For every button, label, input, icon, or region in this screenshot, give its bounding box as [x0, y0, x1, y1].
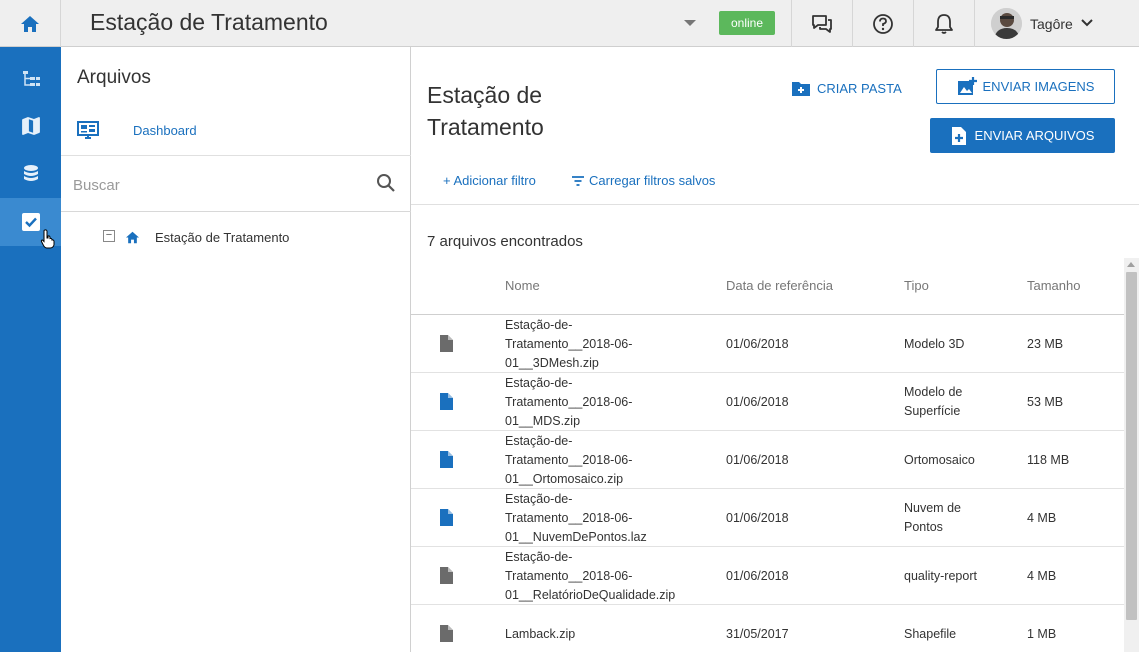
create-folder-button[interactable]: CRIAR PASTA	[791, 76, 902, 100]
file-name[interactable]: Estação-de-Tratamento__2018-06-01__Relat…	[505, 547, 675, 605]
file-date: 01/06/2018	[726, 452, 789, 467]
file-size: 1 MB	[1027, 626, 1057, 641]
file-type: Shapefile	[904, 626, 957, 641]
search-box	[61, 156, 411, 212]
file-type: Ortomosaico	[904, 452, 975, 467]
dashboard-link[interactable]: Dashboard	[133, 123, 197, 138]
column-header-type[interactable]: Tipo	[904, 278, 929, 293]
file-name[interactable]: Lamback.zip	[505, 605, 665, 652]
rail-item-tree[interactable]	[0, 55, 61, 103]
table-row[interactable]: Estação-de-Tratamento__2018-06-01__MDS.z…	[411, 373, 1124, 431]
file-icon	[440, 393, 453, 410]
user-menu[interactable]: Tagôre	[974, 0, 1139, 47]
file-plus-icon	[951, 126, 966, 145]
page-title: Estação de Tratamento	[427, 82, 544, 140]
divider	[411, 204, 1139, 205]
chat-button[interactable]	[791, 0, 852, 47]
vertical-scrollbar[interactable]	[1124, 258, 1139, 652]
file-size: 53 MB	[1027, 394, 1064, 409]
send-images-button[interactable]: ENVIAR IMAGENS	[936, 69, 1115, 104]
file-type: Modelo de Superfície	[904, 385, 963, 418]
home-icon	[126, 231, 139, 244]
database-icon	[23, 165, 38, 181]
tree-collapse-toggle[interactable]: −	[103, 230, 115, 242]
tree-icon	[22, 71, 40, 86]
file-date: 01/06/2018	[726, 568, 789, 583]
scrollbar-thumb[interactable]	[1126, 272, 1137, 620]
rail-item-database[interactable]	[0, 150, 61, 198]
file-icon	[440, 451, 453, 468]
notifications-button[interactable]	[913, 0, 974, 47]
monitor-dashboard-icon[interactable]	[77, 121, 99, 141]
table-row[interactable]: Estação-de-Tratamento__2018-06-01__Relat…	[411, 547, 1124, 605]
table-row[interactable]: Estação-de-Tratamento__2018-06-01__Ortom…	[411, 431, 1124, 489]
file-name[interactable]: Estação-de-Tratamento__2018-06-01__Nuvem…	[505, 489, 665, 547]
file-icon	[440, 335, 453, 352]
file-name[interactable]: Estação-de-Tratamento__2018-06-01__3DMes…	[505, 315, 665, 373]
file-name[interactable]: Estação-de-Tratamento__2018-06-01__Ortom…	[505, 431, 665, 489]
results-count: 7 arquivos encontrados	[427, 233, 583, 250]
file-date: 31/05/2017	[726, 626, 789, 641]
left-nav-rail	[0, 47, 61, 652]
app-title[interactable]: Estação de Tratamento	[90, 9, 328, 36]
file-size: 23 MB	[1027, 336, 1064, 351]
top-bar: Estação de Tratamento online Tagôre	[0, 0, 1139, 47]
user-name: Tagôre	[1030, 16, 1073, 32]
table-row[interactable]: Estação-de-Tratamento__2018-06-01__3DMes…	[411, 315, 1124, 373]
file-size: 4 MB	[1027, 568, 1057, 583]
send-files-button[interactable]: ENVIAR ARQUIVOS	[930, 118, 1115, 153]
title-dropdown-caret-icon[interactable]	[684, 20, 696, 26]
search-icon[interactable]	[376, 173, 396, 193]
home-icon	[21, 15, 39, 32]
main-content: Estação de Tratamento CRIAR PASTA ENVIAR…	[411, 47, 1139, 652]
file-type: quality-report	[904, 568, 977, 583]
files-panel: Arquivos Dashboard − Estação de Tratamen…	[61, 47, 411, 652]
help-button[interactable]	[852, 0, 913, 47]
chevron-down-icon	[1081, 19, 1093, 27]
image-plus-icon	[957, 76, 977, 95]
add-filter-link[interactable]: + Adicionar filtro	[443, 173, 536, 188]
file-date: 01/06/2018	[726, 510, 789, 525]
file-type: Modelo 3D	[904, 336, 965, 351]
file-icon	[440, 567, 453, 584]
load-saved-filters-link[interactable]: Carregar filtros salvos	[571, 173, 715, 188]
table-row[interactable]: Lamback.zip 31/05/2017 Shapefile 1 MB	[411, 605, 1124, 652]
column-header-date[interactable]: Data de referência	[726, 278, 833, 293]
scroll-up-arrow-icon[interactable]	[1127, 262, 1135, 267]
help-icon	[873, 13, 893, 34]
rail-item-map[interactable]	[0, 102, 61, 150]
map-icon	[21, 117, 40, 135]
file-type: Nuvem de Pontos	[904, 501, 961, 534]
check-square-icon	[21, 213, 40, 231]
file-icon	[440, 625, 453, 642]
bell-icon	[935, 13, 953, 34]
tree-item-label[interactable]: Estação de Tratamento	[155, 230, 289, 245]
file-icon	[440, 509, 453, 526]
file-size: 4 MB	[1027, 510, 1057, 525]
send-images-label: ENVIAR IMAGENS	[982, 79, 1095, 94]
column-header-size[interactable]: Tamanho	[1027, 278, 1080, 293]
file-name[interactable]: Estação-de-Tratamento__2018-06-01__MDS.z…	[505, 373, 665, 431]
avatar	[991, 8, 1022, 39]
files-panel-title: Arquivos	[77, 67, 151, 88]
folder-plus-icon	[792, 81, 810, 96]
column-header-name[interactable]: Nome	[505, 278, 540, 293]
file-date: 01/06/2018	[726, 394, 789, 409]
create-folder-label: CRIAR PASTA	[817, 80, 902, 96]
filter-list-icon	[572, 175, 584, 186]
chat-icon	[812, 14, 832, 33]
home-button[interactable]	[0, 0, 61, 47]
status-badge: online	[719, 11, 775, 35]
search-input[interactable]	[73, 172, 363, 198]
send-files-label: ENVIAR ARQUIVOS	[974, 128, 1095, 143]
load-saved-filters-label: Carregar filtros salvos	[589, 173, 716, 188]
table-row[interactable]: Estação-de-Tratamento__2018-06-01__Nuvem…	[411, 489, 1124, 547]
hand-cursor-icon	[40, 229, 55, 249]
files-table: Nome Data de referência Tipo Tamanho Est…	[411, 258, 1124, 652]
file-size: 118 MB	[1027, 452, 1070, 467]
file-date: 01/06/2018	[726, 336, 789, 351]
table-header: Nome Data de referência Tipo Tamanho	[411, 258, 1124, 315]
